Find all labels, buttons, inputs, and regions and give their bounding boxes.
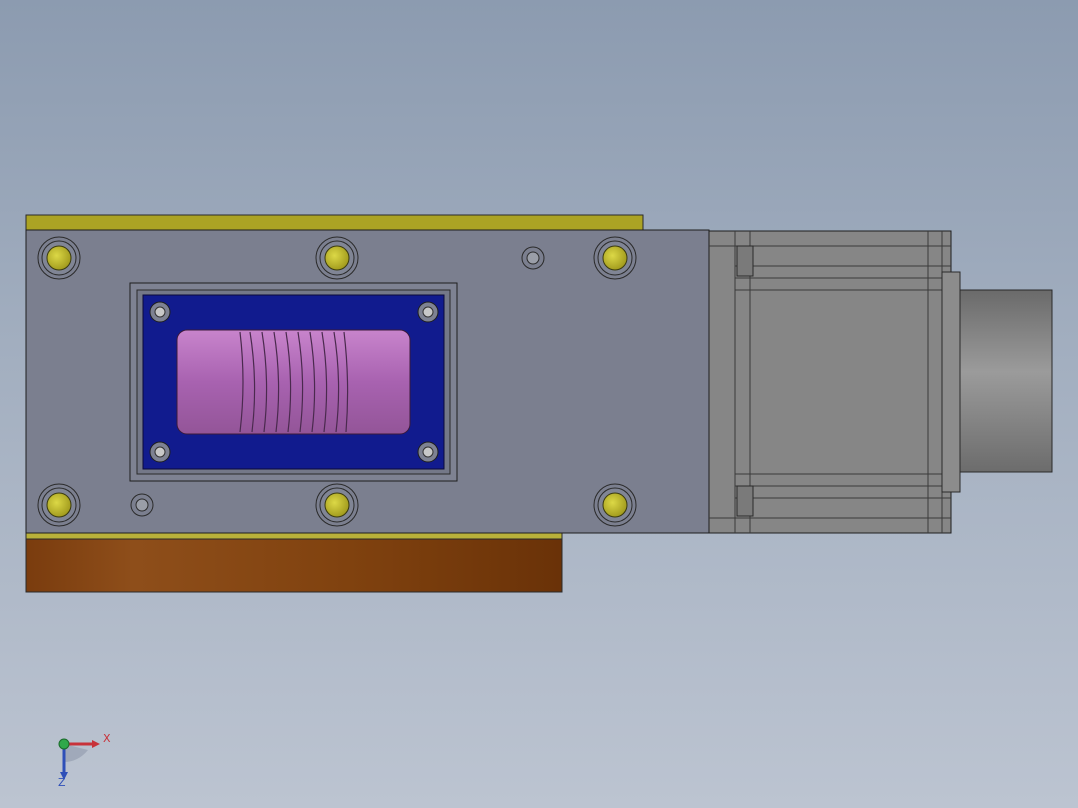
bolt [593,236,637,280]
cover-screw [149,301,171,323]
cad-model-view[interactable] [0,0,1078,808]
pin-hole[interactable] [521,246,545,270]
cover-screw [417,441,439,463]
top-rail[interactable] [25,214,644,231]
bolt [593,483,637,527]
worm-shaft[interactable] [176,329,411,435]
cover-screw [149,441,171,463]
motor-shaft[interactable] [959,289,1053,473]
inspection-window[interactable] [129,282,458,482]
bolt [315,236,359,280]
copper-base-plate[interactable] [25,532,563,593]
servo-motor[interactable] [708,230,1053,534]
graphics-viewport[interactable]: X Z [0,0,1078,808]
axis-x-label: X [103,732,111,745]
bolt [37,483,81,527]
bolt [37,236,81,280]
y-axis-dot [58,738,70,750]
cover-screw [417,301,439,323]
axis-z-label: Z [58,776,66,789]
pin-hole[interactable] [130,493,154,517]
bolt [315,483,359,527]
